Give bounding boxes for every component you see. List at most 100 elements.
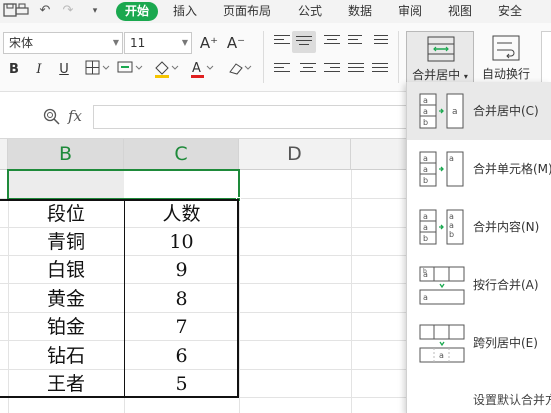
formula-input[interactable] [93, 105, 423, 129]
menu-item-merge-cells[interactable]: a a b a 合并单元格(M) [407, 140, 551, 198]
auto-wrap-button[interactable]: 自动换行 [478, 65, 534, 82]
undo-icon[interactable]: ↶ [37, 3, 53, 19]
cell-c3[interactable]: 10 [124, 228, 239, 256]
svg-text:b: b [423, 118, 428, 127]
redo-icon[interactable]: ↷ [60, 3, 76, 19]
menu-item-merge-by-row[interactable]: a b a 按行合并(A) [407, 256, 551, 314]
divider [398, 31, 399, 83]
cell-c7[interactable]: 6 [124, 342, 239, 370]
svg-text:b: b [449, 230, 454, 239]
distributed-icon[interactable] [372, 63, 388, 77]
align-center-icon[interactable] [300, 63, 316, 77]
cell-b5[interactable]: 黄金 [8, 285, 124, 313]
font-name-select[interactable]: 宋体 ▼ [3, 32, 123, 54]
column-header-b[interactable]: B [8, 139, 124, 170]
font-size-value: 11 [130, 36, 146, 50]
svg-text:A: A [192, 61, 201, 76]
menu-item-merge-content[interactable]: a a b a a b 合并内容(N) [407, 198, 551, 256]
cell-style-button[interactable] [116, 60, 146, 80]
customize-toolbar-icon[interactable]: ▾ [87, 3, 103, 19]
merge-content-icon: a a b a a b [419, 209, 464, 245]
merge-center-button[interactable]: 合并居中 ▾ [406, 31, 474, 87]
underline-button[interactable]: U [56, 60, 72, 80]
tab-insert[interactable]: 插入 [167, 2, 203, 21]
svg-text:a: a [452, 107, 458, 117]
menu-item-label: 设置默认合并方式 [473, 393, 551, 407]
font-name-value: 宋体 [9, 36, 34, 50]
tab-review[interactable]: 审阅 [392, 2, 428, 21]
svg-text:a: a [423, 165, 428, 174]
menu-item-merge-center[interactable]: a a b a 合并居中(C) [407, 82, 551, 140]
tab-home[interactable]: 开始 [116, 2, 158, 21]
align-bottom-icon[interactable] [324, 35, 340, 49]
cell-b8[interactable]: 王者 [8, 370, 124, 398]
cell-b4[interactable]: 白银 [8, 256, 124, 284]
menu-item-center-across[interactable]: a 跨列居中(E) [407, 314, 551, 372]
cell-b2[interactable]: 段位 [8, 200, 124, 228]
cell-c8[interactable]: 5 [124, 370, 239, 398]
svg-text:a: a [449, 212, 454, 221]
align-left-icon[interactable] [274, 63, 290, 77]
column-header-c[interactable]: C [124, 139, 239, 170]
menu-item-label: 合并居中(C) [473, 104, 539, 118]
cell-c5[interactable]: 8 [124, 285, 239, 313]
more-button[interactable] [541, 31, 551, 87]
orientation-icon[interactable] [348, 35, 364, 49]
svg-text:b: b [423, 268, 427, 275]
italic-button[interactable]: I [31, 60, 47, 80]
grow-font-button[interactable]: A⁺ [199, 33, 219, 53]
gridline [351, 170, 352, 413]
align-middle-button[interactable] [292, 31, 316, 53]
zoom-search-icon[interactable] [43, 108, 61, 126]
cell-b7[interactable]: 钻石 [8, 342, 124, 370]
svg-text:a: a [449, 221, 454, 230]
chevron-down-icon: ▼ [181, 38, 188, 47]
cell-c4[interactable]: 9 [124, 256, 239, 284]
align-right-icon[interactable] [324, 63, 340, 77]
tab-security[interactable]: 安全 [492, 2, 528, 21]
menu-item-label: 合并单元格(M) [473, 162, 551, 176]
menu-item-set-default-merge[interactable]: 设置默认合并方式 [407, 372, 551, 413]
svg-text:a: a [449, 154, 454, 163]
clear-format-button[interactable] [225, 60, 255, 80]
tab-data[interactable]: 数据 [342, 2, 378, 21]
menu-item-label: 合并内容(N) [473, 220, 540, 234]
cell-b3[interactable]: 青铜 [8, 228, 124, 256]
svg-text:a: a [423, 223, 428, 232]
insert-function-icon[interactable]: fx [68, 107, 82, 125]
selection-border [7, 169, 240, 200]
menu-bar: ↶ ↷ ▾ 开始 插入 页面布局 公式 数据 审阅 视图 安全 [0, 0, 551, 23]
align-top-icon[interactable] [274, 35, 290, 49]
divider [263, 31, 264, 83]
indent-icon[interactable] [374, 35, 390, 49]
justify-icon[interactable] [348, 63, 364, 77]
svg-text:a: a [423, 293, 428, 302]
column-header-a[interactable] [0, 139, 8, 170]
gridline [239, 170, 240, 413]
cell-c6[interactable]: 7 [124, 313, 239, 341]
border-button[interactable] [84, 60, 112, 80]
merge-center-icon: a a b a [419, 93, 464, 129]
svg-text:a: a [423, 96, 428, 105]
menu-item-label: 按行合并(A) [473, 278, 539, 292]
merge-cells-icon: a a b a [419, 151, 464, 187]
tab-page-layout[interactable]: 页面布局 [219, 2, 275, 21]
merge-center-label: 合并居中 ▾ [412, 68, 468, 82]
svg-text:a: a [423, 107, 428, 116]
print-icon[interactable] [14, 3, 30, 22]
shrink-font-button[interactable]: A⁻ [226, 33, 246, 53]
cell-b6[interactable]: 铂金 [8, 313, 124, 341]
tab-formula[interactable]: 公式 [292, 2, 328, 21]
merge-by-row-icon: a b a [419, 266, 465, 305]
font-color-button[interactable]: A [188, 60, 216, 80]
center-across-icon: a [419, 324, 465, 363]
auto-wrap-icon[interactable] [492, 35, 520, 61]
align-middle-icon [296, 36, 312, 50]
chevron-down-icon: ▼ [112, 38, 119, 47]
cell-c2[interactable]: 人数 [124, 200, 239, 228]
bold-button[interactable]: B [6, 60, 22, 80]
tab-view[interactable]: 视图 [442, 2, 478, 21]
fill-color-button[interactable] [152, 60, 182, 80]
column-header-d[interactable]: D [239, 139, 351, 170]
font-size-select[interactable]: 11 ▼ [124, 32, 192, 54]
